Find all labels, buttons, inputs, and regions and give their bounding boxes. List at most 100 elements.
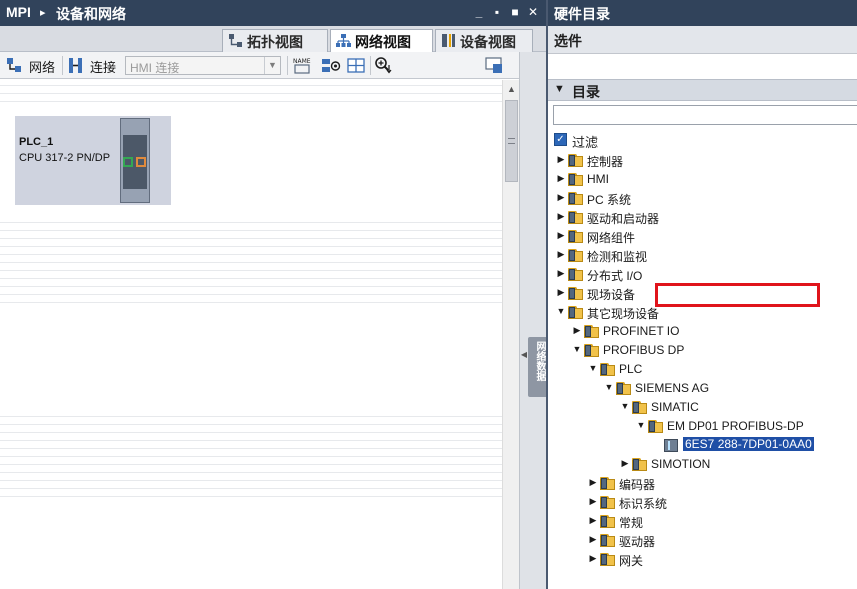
filter-checkbox[interactable]: ✓ bbox=[554, 133, 567, 146]
folder-icon bbox=[600, 534, 615, 547]
folder-icon bbox=[584, 325, 599, 338]
tab-device-view[interactable]: 设备视图 bbox=[435, 29, 533, 52]
canvas-scrollbar[interactable]: ▲ bbox=[502, 80, 519, 589]
grid-line bbox=[0, 230, 502, 231]
minimize-icon[interactable]: _ bbox=[472, 4, 486, 20]
folder-icon bbox=[568, 173, 583, 186]
chevron-right-icon[interactable]: ▶ bbox=[572, 325, 582, 336]
chevron-right-icon[interactable]: ▶ bbox=[556, 287, 566, 298]
tree-item-label: 标识系统 bbox=[619, 497, 668, 511]
chevron-right-icon[interactable]: ▶ bbox=[588, 515, 598, 526]
tree-item-label: 控制器 bbox=[587, 155, 624, 169]
cpu-module-icon[interactable] bbox=[120, 118, 150, 203]
tab-topology-view[interactable]: 拓扑视图 bbox=[222, 29, 328, 52]
overview-icon[interactable] bbox=[484, 56, 504, 75]
folder-icon bbox=[616, 382, 631, 395]
tab-label: 设备视图 bbox=[460, 34, 516, 50]
connection-type-select[interactable]: HMI 连接 ▼ bbox=[125, 56, 281, 75]
folder-icon bbox=[600, 496, 615, 509]
chevron-right-icon[interactable]: ▶ bbox=[588, 553, 598, 564]
tree-item-label: 6ES7 288-7DP01-0AA0 bbox=[683, 437, 814, 451]
grid-line bbox=[0, 464, 502, 465]
options-section[interactable]: 选件 bbox=[548, 26, 857, 54]
grid-line bbox=[0, 496, 502, 497]
tree-item-label: 分布式 I/O bbox=[587, 269, 643, 283]
tree-item-label: 网络组件 bbox=[587, 231, 636, 245]
chevron-down-icon[interactable]: ▼ bbox=[636, 420, 646, 430]
network-button[interactable]: 网络 bbox=[29, 55, 55, 76]
chevron-right-icon[interactable]: ▶ bbox=[556, 211, 566, 222]
tree-item-label: PC 系统 bbox=[587, 193, 632, 207]
tree-item-label: 其它现场设备 bbox=[587, 307, 660, 321]
chevron-down-icon[interactable]: ▼ bbox=[556, 306, 566, 316]
chevron-right-icon[interactable]: ▶ bbox=[588, 477, 598, 488]
toolbar-divider bbox=[370, 56, 371, 75]
chevron-down-icon[interactable]: ▼ bbox=[554, 83, 565, 95]
tree-item-label: SIMOTION bbox=[651, 457, 711, 471]
dp-port-icon[interactable] bbox=[136, 157, 146, 167]
tab-network-view[interactable]: 网络视图 bbox=[330, 29, 433, 52]
tree-item-label: 驱动器 bbox=[619, 535, 656, 549]
grid-line bbox=[0, 302, 502, 303]
scroll-thumb[interactable] bbox=[505, 100, 518, 182]
collapse-arrow-icon[interactable]: ◀ bbox=[520, 350, 528, 362]
grid-line bbox=[0, 286, 502, 287]
chevron-right-icon[interactable]: ▶ bbox=[588, 496, 598, 507]
connection-mode-icon[interactable] bbox=[66, 56, 86, 75]
scroll-up-icon[interactable]: ▲ bbox=[504, 81, 519, 97]
folder-icon bbox=[568, 192, 583, 205]
tree-item-label: 驱动和启动器 bbox=[587, 212, 660, 226]
chevron-down-icon[interactable]: ▼ bbox=[572, 344, 582, 354]
chevron-down-icon[interactable]: ▼ bbox=[604, 382, 614, 392]
grip-icon bbox=[508, 138, 515, 144]
network-data-side-tab[interactable]: 网络数据 bbox=[528, 337, 547, 397]
chevron-right-icon[interactable]: ▶ bbox=[620, 458, 630, 469]
grid-line bbox=[0, 101, 502, 102]
network-canvas[interactable]: PLC_1 CPU 317-2 PN/DP bbox=[0, 80, 502, 589]
close-icon[interactable]: ✕ bbox=[526, 4, 540, 20]
grid-line bbox=[0, 270, 502, 271]
chevron-right-icon[interactable]: ▶ bbox=[556, 192, 566, 203]
device-type: CPU 317-2 PN/DP bbox=[19, 152, 111, 164]
grid-line bbox=[0, 448, 502, 449]
zoom-icon[interactable] bbox=[374, 56, 394, 75]
chevron-right-icon[interactable]: ▶ bbox=[556, 249, 566, 260]
folder-icon bbox=[648, 420, 663, 433]
svg-text:NAME: NAME bbox=[293, 58, 311, 65]
float-window-icon[interactable]: ▪ bbox=[490, 4, 504, 20]
maximize-icon[interactable]: ■ bbox=[508, 4, 522, 20]
grid-line bbox=[0, 424, 502, 425]
chevron-right-icon[interactable]: ▶ bbox=[556, 268, 566, 279]
plc-device-block[interactable]: PLC_1 CPU 317-2 PN/DP bbox=[15, 116, 171, 205]
page-title: 设备和网络 bbox=[56, 6, 126, 22]
chevron-down-icon[interactable]: ▼ bbox=[588, 363, 598, 373]
chevron-right-icon[interactable]: ▶ bbox=[556, 154, 566, 165]
catalog-section-header[interactable]: ▼ 目录 bbox=[548, 79, 857, 101]
catalog-tree[interactable]: ▶ 控制器 ▶ HMI ▶ PC 系统 ▶ 驱动和启动器 ▶ 网络组件 ▶ 检测和监视 ▶ 分布式 I/O… bbox=[548, 151, 857, 589]
grid-line bbox=[0, 488, 502, 489]
tree-item-label: PROFINET IO bbox=[603, 324, 680, 338]
options-label: 选件 bbox=[554, 33, 582, 49]
highlight-annotation bbox=[655, 283, 820, 307]
breadcrumb-root[interactable]: MPI bbox=[6, 4, 31, 20]
catalog-search-input[interactable] bbox=[553, 105, 857, 125]
tree-item-label: 编码器 bbox=[619, 478, 656, 492]
folder-icon bbox=[632, 458, 647, 471]
chevron-right-icon[interactable]: ▶ bbox=[556, 230, 566, 241]
connection-button[interactable]: 连接 bbox=[90, 55, 116, 76]
breadcrumb-separator-icon: ▸ bbox=[40, 7, 46, 19]
chevron-down-icon[interactable]: ▼ bbox=[620, 401, 630, 411]
network-mode-icon[interactable] bbox=[5, 56, 25, 75]
profinet-port-icon[interactable] bbox=[123, 157, 133, 167]
chevron-right-icon[interactable]: ▶ bbox=[588, 534, 598, 545]
chevron-right-icon[interactable]: ▶ bbox=[556, 173, 566, 184]
filter-label: 过滤 bbox=[572, 135, 599, 150]
tree-item-label: 检测和监视 bbox=[587, 250, 648, 264]
chevron-down-icon[interactable]: ▼ bbox=[264, 57, 280, 74]
network-icon bbox=[336, 34, 351, 47]
table-icon[interactable] bbox=[346, 56, 366, 75]
folder-icon bbox=[568, 268, 583, 281]
address-icon[interactable] bbox=[321, 56, 341, 75]
name-icon[interactable]: NAME bbox=[292, 56, 312, 75]
device-name[interactable]: PLC_1 bbox=[19, 136, 53, 148]
